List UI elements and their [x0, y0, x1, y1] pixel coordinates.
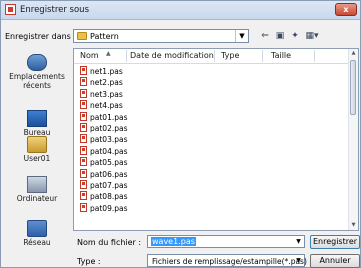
- file-name: pat08.pas: [90, 192, 128, 202]
- file-name: pat04.pas: [90, 146, 128, 156]
- file-name: pat05.pas: [90, 158, 128, 168]
- file-row[interactable]: pat02.pas: [80, 122, 200, 134]
- place-label: Réseau: [23, 238, 51, 247]
- cancel-button[interactable]: Annuler: [310, 254, 360, 268]
- pas-file-icon: [80, 100, 87, 110]
- file-row[interactable]: pat01.pas: [80, 111, 200, 123]
- vertical-scrollbar[interactable]: ▲ ▼: [348, 49, 358, 230]
- file-row[interactable]: pat05.pas: [80, 157, 200, 168]
- file-rows: net1.pas net2.pas net3.pas net4.pas pat0…: [80, 66, 200, 214]
- folder-icon: [77, 32, 87, 40]
- file-name: net2.pas: [90, 78, 123, 88]
- pas-file-icon: [80, 134, 87, 144]
- file-row[interactable]: pat09.pas: [80, 202, 200, 214]
- file-name: pat02.pas: [90, 123, 128, 133]
- file-name: pat03.pas: [90, 135, 128, 145]
- place-label: User01: [23, 154, 51, 163]
- file-row[interactable]: pat04.pas: [80, 145, 200, 157]
- filename-value[interactable]: wave1.pas: [151, 237, 196, 246]
- file-name: pat01.pas: [90, 112, 128, 122]
- new-folder-icon[interactable]: ✦: [289, 30, 301, 42]
- pas-file-icon: [80, 77, 87, 87]
- place-user[interactable]: User01: [4, 136, 70, 163]
- column-name-label: Nom: [80, 51, 99, 60]
- file-row[interactable]: pat07.pas: [80, 179, 200, 191]
- filetype-value: Fichiers de remplissage/estampille(*.pas…: [152, 257, 307, 266]
- file-row[interactable]: pat03.pas: [80, 134, 200, 145]
- scroll-down-icon[interactable]: ▼: [349, 221, 358, 230]
- column-divider[interactable]: [126, 50, 127, 62]
- window-title: Enregistrer sous: [20, 5, 89, 15]
- column-divider[interactable]: [262, 50, 263, 62]
- pas-file-icon: [80, 145, 87, 155]
- file-row[interactable]: pat08.pas: [80, 191, 200, 202]
- place-label: Ordinateur: [16, 194, 58, 203]
- place-network[interactable]: Réseau: [4, 220, 70, 247]
- pas-file-icon: [80, 168, 87, 178]
- pas-file-icon: [80, 157, 87, 167]
- file-name: net4.pas: [90, 101, 123, 111]
- computer-icon: [27, 176, 47, 193]
- file-row[interactable]: net4.pas: [80, 100, 200, 111]
- chevron-down-icon[interactable]: ▼: [293, 255, 304, 266]
- scroll-up-icon[interactable]: ▲: [349, 49, 358, 58]
- network-icon: [27, 220, 47, 237]
- close-button[interactable]: x: [335, 3, 357, 16]
- file-row[interactable]: net1.pas: [80, 66, 200, 77]
- file-row[interactable]: net2.pas: [80, 77, 200, 88]
- sort-up-icon: ▲: [106, 50, 111, 57]
- pas-file-icon: [80, 111, 87, 121]
- filename-input[interactable]: wave1.pas ▼: [147, 235, 305, 248]
- filetype-dropdown[interactable]: Fichiers de remplissage/estampille(*.pas…: [147, 254, 307, 267]
- title-bar[interactable]: Enregistrer sous x: [1, 1, 360, 20]
- scrollbar-thumb[interactable]: [350, 60, 356, 115]
- column-name[interactable]: Nom ▲: [80, 50, 111, 60]
- user-folder-icon: [27, 136, 47, 153]
- file-name: net3.pas: [90, 89, 123, 99]
- save-button[interactable]: Enregistrer: [310, 235, 360, 249]
- app-icon: [5, 4, 16, 15]
- column-date[interactable]: Date de modification: [130, 51, 214, 60]
- file-name: net1.pas: [90, 67, 123, 76]
- file-name: pat07.pas: [90, 180, 128, 190]
- recent-places-icon: [27, 54, 47, 71]
- desktop-icon: [27, 110, 47, 127]
- view-menu-icon[interactable]: ▦▾: [304, 30, 320, 42]
- pas-file-icon: [80, 191, 87, 201]
- column-divider[interactable]: [314, 50, 315, 62]
- places-bar: Emplacements récents Bureau User01 Ordin…: [4, 48, 70, 248]
- place-computer[interactable]: Ordinateur: [4, 176, 70, 203]
- column-size[interactable]: Taille: [271, 51, 291, 60]
- lookin-label: Enregistrer dans :: [5, 32, 77, 41]
- pas-file-icon: [80, 88, 87, 98]
- filename-label: Nom du fichier :: [77, 238, 142, 247]
- column-divider[interactable]: [214, 50, 215, 62]
- save-as-dialog: Enregistrer sous x Enregistrer dans : Pa…: [0, 0, 361, 268]
- pas-file-icon: [80, 66, 87, 75]
- file-name: pat06.pas: [90, 169, 128, 179]
- place-recent[interactable]: Emplacements récents: [4, 54, 70, 90]
- file-row[interactable]: pat06.pas: [80, 168, 200, 180]
- chevron-down-icon[interactable]: ▼: [235, 30, 248, 42]
- up-folder-icon[interactable]: ▣: [274, 30, 286, 42]
- place-desktop[interactable]: Bureau: [4, 110, 70, 137]
- pas-file-icon: [80, 179, 87, 189]
- back-arrow-icon[interactable]: ⇐: [259, 30, 271, 42]
- column-type[interactable]: Type: [221, 51, 239, 60]
- lookin-dropdown[interactable]: Pattern ▼: [73, 29, 249, 43]
- place-label: Emplacements récents: [9, 72, 65, 90]
- pas-file-icon: [80, 202, 87, 212]
- file-name: pat09.pas: [90, 203, 128, 213]
- file-row[interactable]: net3.pas: [80, 88, 200, 100]
- pas-file-icon: [80, 122, 87, 132]
- column-header: Nom ▲ Date de modification Type Taille: [74, 49, 350, 64]
- chevron-down-icon[interactable]: ▼: [293, 236, 304, 247]
- filetype-label: Type :: [77, 257, 101, 266]
- file-list[interactable]: Nom ▲ Date de modification Type Taille n…: [73, 48, 359, 231]
- lookin-value: Pattern: [90, 32, 119, 41]
